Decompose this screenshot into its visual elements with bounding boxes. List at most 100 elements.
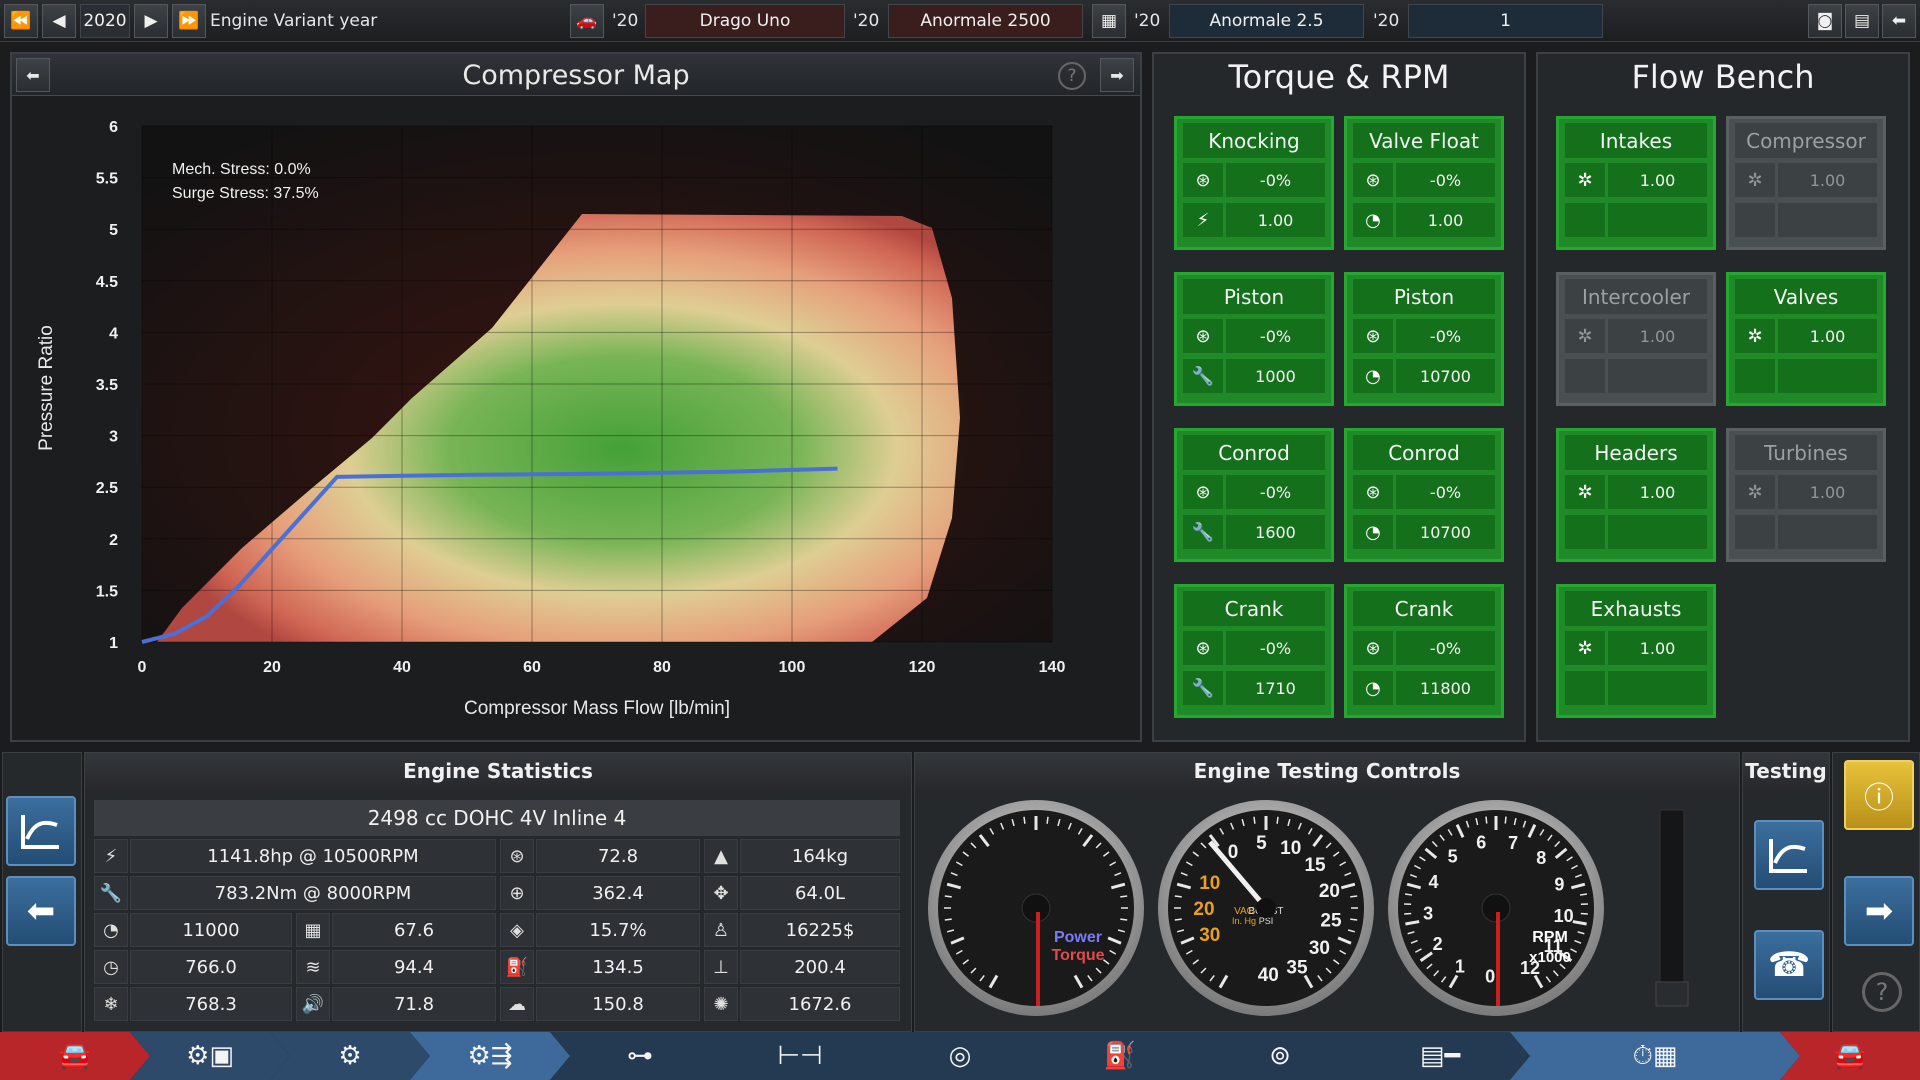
gauge-tick bbox=[1485, 816, 1488, 824]
card-title: Exhausts bbox=[1565, 591, 1707, 626]
stat-value: 1672.6 bbox=[740, 987, 900, 1021]
testing-title: Testing bbox=[1743, 753, 1829, 789]
empty-slot bbox=[1565, 203, 1605, 237]
gauge-label: 2 bbox=[1433, 934, 1443, 954]
calculator-icon[interactable]: ▤ bbox=[1845, 4, 1879, 38]
x-tick-label: 20 bbox=[263, 659, 281, 676]
y-axis-ticks: 1 1.5 2 2.5 3 3.5 4 4.5 5 5.5 6 bbox=[96, 119, 118, 652]
back-icon[interactable]: ⬅ bbox=[1882, 4, 1916, 38]
nav-engine-variant[interactable]: ⚙⇶ bbox=[410, 1032, 570, 1080]
nav-testing[interactable]: ⏱▦ bbox=[1510, 1032, 1800, 1080]
empty-value bbox=[1778, 515, 1877, 549]
nav-manifold[interactable]: ▤━ bbox=[1350, 1032, 1530, 1080]
empty-value bbox=[1608, 359, 1707, 393]
wrench-icon: 🔧 bbox=[94, 876, 128, 910]
help-icon[interactable]: ? bbox=[1058, 62, 1086, 90]
mech-stress-label: Mech. Stress: 0.0% bbox=[172, 161, 311, 178]
flow-card[interactable]: Valves ✲ 1.00 bbox=[1726, 272, 1886, 406]
x-tick-label: 40 bbox=[393, 659, 411, 676]
flow-card[interactable]: Intakes ✲ 1.00 bbox=[1556, 116, 1716, 250]
flow-card[interactable]: Compressor ✲ 1.00 bbox=[1726, 116, 1886, 250]
slot-1[interactable]: 1 bbox=[1408, 4, 1603, 38]
flow-card[interactable]: Exhausts ✲ 1.00 bbox=[1556, 584, 1716, 718]
fast-forward-icon[interactable]: ⏩ bbox=[172, 4, 206, 38]
torque-card[interactable]: Piston ⊛ -0% 🔧 1000 bbox=[1174, 272, 1334, 406]
turbo-icon: ⊛ bbox=[1353, 319, 1393, 353]
torque-card[interactable]: Piston ⊛ -0% ◔ 10700 bbox=[1344, 272, 1504, 406]
dyno-graph-button[interactable] bbox=[1754, 820, 1824, 890]
torque-card[interactable]: Valve Float ⊛ -0% ◔ 1.00 bbox=[1344, 116, 1504, 250]
throttle-handle[interactable] bbox=[1655, 981, 1689, 1007]
gauge-label: 8 bbox=[1536, 848, 1546, 868]
torque-card[interactable]: Conrod ⊛ -0% 🔧 1600 bbox=[1174, 428, 1334, 562]
efficiency-icon: ◈ bbox=[500, 913, 534, 947]
empty-slot bbox=[1735, 203, 1775, 237]
nav-top-end[interactable]: ⊢⊣ bbox=[710, 1032, 890, 1080]
torque-card[interactable]: Crank ⊛ -0% ◔ 11800 bbox=[1344, 584, 1504, 718]
card-value: 1.00 bbox=[1608, 475, 1707, 509]
nav-exhaust[interactable]: ⊚ bbox=[1190, 1032, 1370, 1080]
cost-icon: ♙ bbox=[704, 913, 738, 947]
slot-anormale-25[interactable]: Anormale 2.5 bbox=[1169, 4, 1364, 38]
dyno-run-button[interactable]: ☎ bbox=[1754, 930, 1824, 1000]
graph-icon bbox=[21, 815, 59, 849]
nav-aspiration[interactable]: ◎ bbox=[870, 1032, 1050, 1080]
gauge-label: 0 bbox=[1228, 842, 1239, 863]
help-icon[interactable]: ? bbox=[1862, 972, 1902, 1012]
next-button[interactable]: ➡ bbox=[1844, 876, 1914, 946]
camera-icon[interactable]: ◙ bbox=[1808, 4, 1842, 38]
back-button[interactable]: ⬅ bbox=[6, 876, 76, 946]
flow-icon: ✲ bbox=[1735, 163, 1775, 197]
card-title: Valves bbox=[1735, 279, 1877, 314]
gauge-icon: ◔ bbox=[94, 913, 128, 947]
flow-card[interactable]: Turbines ✲ 1.00 bbox=[1726, 428, 1886, 562]
turbo-icon: ⊛ bbox=[1183, 475, 1223, 509]
torque-legend: Torque bbox=[1051, 947, 1104, 964]
nav-fuel[interactable]: ⛽ bbox=[1030, 1032, 1210, 1080]
map-next-button[interactable]: ➡ bbox=[1100, 58, 1134, 92]
slot3-year: '20 bbox=[1134, 11, 1161, 31]
throttle-slider[interactable] bbox=[1659, 809, 1685, 1007]
flow-card[interactable]: Headers ✲ 1.00 bbox=[1556, 428, 1716, 562]
next-year-button[interactable]: ▶ bbox=[134, 4, 168, 38]
warning-button[interactable]: ⓘ bbox=[1844, 760, 1914, 830]
slot-drago-uno[interactable]: Drago Uno bbox=[645, 4, 845, 38]
gauge-tick bbox=[1046, 816, 1049, 824]
card-title: Conrod bbox=[1353, 435, 1495, 470]
service-icon: ⊥ bbox=[704, 950, 738, 984]
gauge-label: 5 bbox=[1448, 847, 1458, 867]
empty-slot bbox=[1565, 359, 1605, 393]
cooling-icon: ▦ bbox=[296, 913, 330, 947]
engine-icon[interactable]: ▦ bbox=[1092, 4, 1126, 38]
slot-anormale-2500[interactable]: Anormale 2500 bbox=[888, 4, 1083, 38]
card-value: 10700 bbox=[1396, 515, 1495, 549]
torque-card[interactable]: Conrod ⊛ -0% ◔ 10700 bbox=[1344, 428, 1504, 562]
nav-family[interactable]: ⚙▣ bbox=[130, 1032, 290, 1080]
gauge-tick bbox=[1174, 918, 1182, 921]
nav-car[interactable]: 🚘 bbox=[0, 1032, 150, 1080]
rewind-icon[interactable]: ⏪ bbox=[4, 4, 38, 38]
power-torque-gauge: Power Torque bbox=[928, 800, 1144, 1016]
empty-slot bbox=[1735, 515, 1775, 549]
camshaft-icon: ⊢⊣ bbox=[777, 1041, 823, 1071]
torque-card[interactable]: Knocking ⊛ -0% ⚡ 1.00 bbox=[1174, 116, 1334, 250]
y-tick-label: 6 bbox=[109, 119, 118, 136]
graph-button[interactable] bbox=[6, 796, 76, 866]
year-field[interactable]: 2020 bbox=[80, 4, 130, 38]
nav-bottom-end[interactable]: ⊶ bbox=[550, 1032, 730, 1080]
flow-card[interactable]: Intercooler ✲ 1.00 bbox=[1556, 272, 1716, 406]
arrow-right-icon: ➡ bbox=[1864, 891, 1894, 931]
nav-export[interactable]: 🚘 bbox=[1780, 1032, 1920, 1080]
gauge-icon: ◔ bbox=[1353, 359, 1393, 393]
gauge-tick bbox=[1504, 816, 1507, 824]
gauges: Power Torque 0 5 10152025303540102030 VAC … bbox=[928, 800, 1689, 1016]
gauge-tick bbox=[1404, 893, 1413, 896]
prev-year-button[interactable]: ◀ bbox=[42, 4, 76, 38]
car-icon[interactable]: 🚗 bbox=[570, 4, 604, 38]
y-tick-label: 3.5 bbox=[96, 377, 118, 394]
nav-block[interactable]: ⚙ bbox=[270, 1032, 430, 1080]
card-value: -0% bbox=[1226, 631, 1325, 665]
emissions-icon: ☁ bbox=[500, 987, 534, 1021]
card-value: -0% bbox=[1396, 631, 1495, 665]
torque-card[interactable]: Crank ⊛ -0% 🔧 1710 bbox=[1174, 584, 1334, 718]
